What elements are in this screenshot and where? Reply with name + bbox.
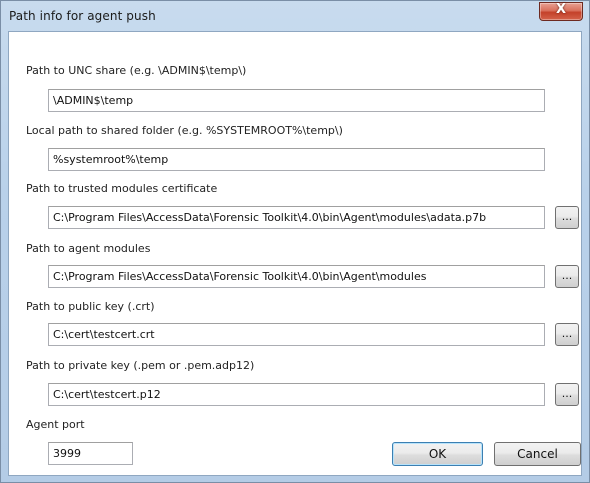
- dialog-body: Path to UNC share (e.g. \ADMIN$\temp\) \…: [8, 31, 582, 476]
- trusted-cert-input[interactable]: C:\Program Files\AccessData\Forensic Too…: [48, 206, 545, 229]
- local-path-label: Local path to shared folder (e.g. %SYSTE…: [26, 124, 343, 137]
- public-key-input[interactable]: C:\cert\testcert.crt: [48, 323, 545, 346]
- public-key-browse-button[interactable]: ...: [555, 323, 579, 346]
- agent-modules-label: Path to agent modules: [26, 242, 151, 255]
- close-icon: X: [555, 2, 567, 17]
- dialog-title: Path info for agent push: [9, 9, 156, 23]
- agent-modules-input[interactable]: C:\Program Files\AccessData\Forensic Too…: [48, 265, 545, 288]
- private-key-browse-button[interactable]: ...: [555, 383, 579, 406]
- trusted-cert-label: Path to trusted modules certificate: [26, 182, 218, 195]
- public-key-label: Path to public key (.crt): [26, 300, 155, 313]
- trusted-cert-browse-button[interactable]: ...: [555, 206, 579, 229]
- title-bar[interactable]: Path info for agent push X: [1, 1, 589, 31]
- unc-share-label: Path to UNC share (e.g. \ADMIN$\temp\): [26, 64, 247, 77]
- agent-port-input[interactable]: 3999: [48, 442, 133, 465]
- cancel-button[interactable]: Cancel: [494, 442, 581, 466]
- local-path-input[interactable]: %systemroot%\temp: [48, 148, 545, 171]
- ok-button[interactable]: OK: [392, 442, 483, 466]
- agent-port-label: Agent port: [26, 418, 85, 431]
- unc-share-input[interactable]: \ADMIN$\temp: [48, 89, 545, 112]
- private-key-label: Path to private key (.pem or .pem.adp12): [26, 359, 255, 372]
- dialog-window: Path info for agent push X Path to UNC s…: [0, 0, 590, 483]
- private-key-input[interactable]: C:\cert\testcert.p12: [48, 383, 545, 406]
- agent-modules-browse-button[interactable]: ...: [555, 265, 579, 288]
- close-button[interactable]: X: [539, 2, 583, 21]
